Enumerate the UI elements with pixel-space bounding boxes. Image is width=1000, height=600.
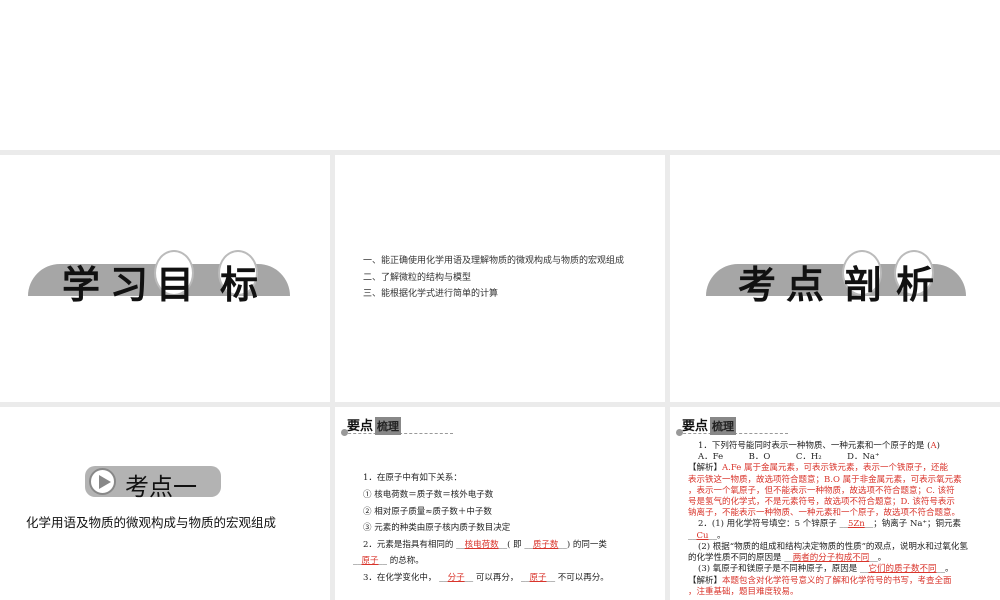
section-header: 要点 梳理 xyxy=(682,417,737,435)
title-char: 点 xyxy=(786,263,825,307)
slide-top[interactable] xyxy=(0,0,1000,150)
text-line: ① 核电荷数＝质子数＝核外电子数 xyxy=(363,490,494,500)
analysis-line: ，注重基础，题目难度较易。 xyxy=(688,587,799,597)
section-header: 要点 梳理 xyxy=(347,417,402,435)
question-line: 1．下列符号能同时表示一种物质、一种元素和一个原子的是 (A) xyxy=(698,441,940,451)
point-subtitle: 化学用语及物质的微观构成与物质的宏观组成 xyxy=(26,515,277,530)
title-char: 目 xyxy=(156,263,195,307)
slide-review[interactable]: 要点 梳理 1．在原子中有如下关系： ① 核电荷数＝质子数＝核外电子数 ② 相对原… xyxy=(335,407,665,600)
text-line: __原子__ 的总称。 xyxy=(353,556,424,566)
text-line: ② 相对原子质量≈质子数＋中子数 xyxy=(363,507,492,517)
slide-point-one[interactable]: 考点一 化学用语及物质的微观构成与物质的宏观组成 xyxy=(0,407,330,600)
question-line: __Cu__。 xyxy=(688,531,726,541)
text-line: 1．在原子中有如下关系： xyxy=(363,473,462,483)
badge-label: 考点一 xyxy=(125,473,197,501)
analysis-line: ，表示一个氧原子，但不能表示一种物质，故选项不符合题意；C. 该符 xyxy=(688,486,955,496)
question-line: 的化学性质不同的原因是 __两者的分子构成不同__。 xyxy=(688,553,887,563)
analysis-line: 表示铁这一物质，故选项符合题意；B.O 属于非金属元素，可表示氧元素 xyxy=(688,475,962,485)
analysis-line: 【解析】本题包含对化学符号意义的了解和化学符号的书写，考查全面 xyxy=(688,576,952,586)
text-line: ③ 元素的种类由原子核内质子数目决定 xyxy=(363,523,511,533)
point-badge: 考点一 xyxy=(85,466,221,501)
slide-exercise[interactable]: 要点 梳理 1．下列符号能同时表示一种物质、一种元素和一个原子的是 (A) A．F… xyxy=(670,407,1000,600)
objective-item: 一、能正确使用化学用语及理解物质的微观构成与物质的宏观组成 xyxy=(363,256,625,266)
title-char: 学 xyxy=(62,263,101,307)
analysis-line: 【解析】A.Fe 属于金属元素，可表示铁元素，表示一个铁原子，还能 xyxy=(688,463,949,473)
slide-learning-goals[interactable]: 学 习 目 标 xyxy=(0,155,330,402)
slide-objectives[interactable]: 一、能正确使用化学用语及理解物质的微观构成与物质的宏观组成 二、了解微粒的结构与… xyxy=(335,155,665,402)
objective-item: 三、能根据化学式进行简单的计算 xyxy=(363,289,499,299)
title-char: 习 xyxy=(110,263,149,307)
question-line: 2．(1) 用化学符号填空：5 个锌原子 __5Zn__；钠离子 Na⁺；铜元素 xyxy=(698,519,961,529)
question-line: (2) 根据“物质的组成和结构决定物质的性质”的观点，说明水和过氧化氢 xyxy=(698,542,968,552)
options-line: A．Fe B．O C．H₂ D．Na⁺ xyxy=(698,452,880,462)
title-char: 标 xyxy=(220,263,259,307)
title-char: 考 xyxy=(738,263,777,307)
play-icon xyxy=(89,468,116,495)
question-line: (3) 氧原子和镁原子是不同种原子，原因是 __它们的质子数不同__。 xyxy=(698,564,954,574)
title-char: 剖 xyxy=(844,263,883,307)
analysis-line: 钠离子，不能表示一种物质、一种元素和一个原子，故选项不符合题意。 xyxy=(688,508,961,518)
analysis-line: 号是氢气的化学式，不是元素符号，故选项不符合题意；D. 该符号表示 xyxy=(688,497,955,507)
text-line: 3．在化学变化中， __分子__ 可以再分， __原子__ 不可以再分。 xyxy=(363,573,609,583)
title-char: 析 xyxy=(896,263,935,307)
objective-item: 二、了解微粒的结构与模型 xyxy=(363,273,472,283)
text-line: 2．元素是指具有相同的 __核电荷数__( 即 __质子数__) 的同一类 xyxy=(363,540,607,550)
slide-kaodian[interactable]: 考 点 剖 析 xyxy=(670,155,1000,402)
